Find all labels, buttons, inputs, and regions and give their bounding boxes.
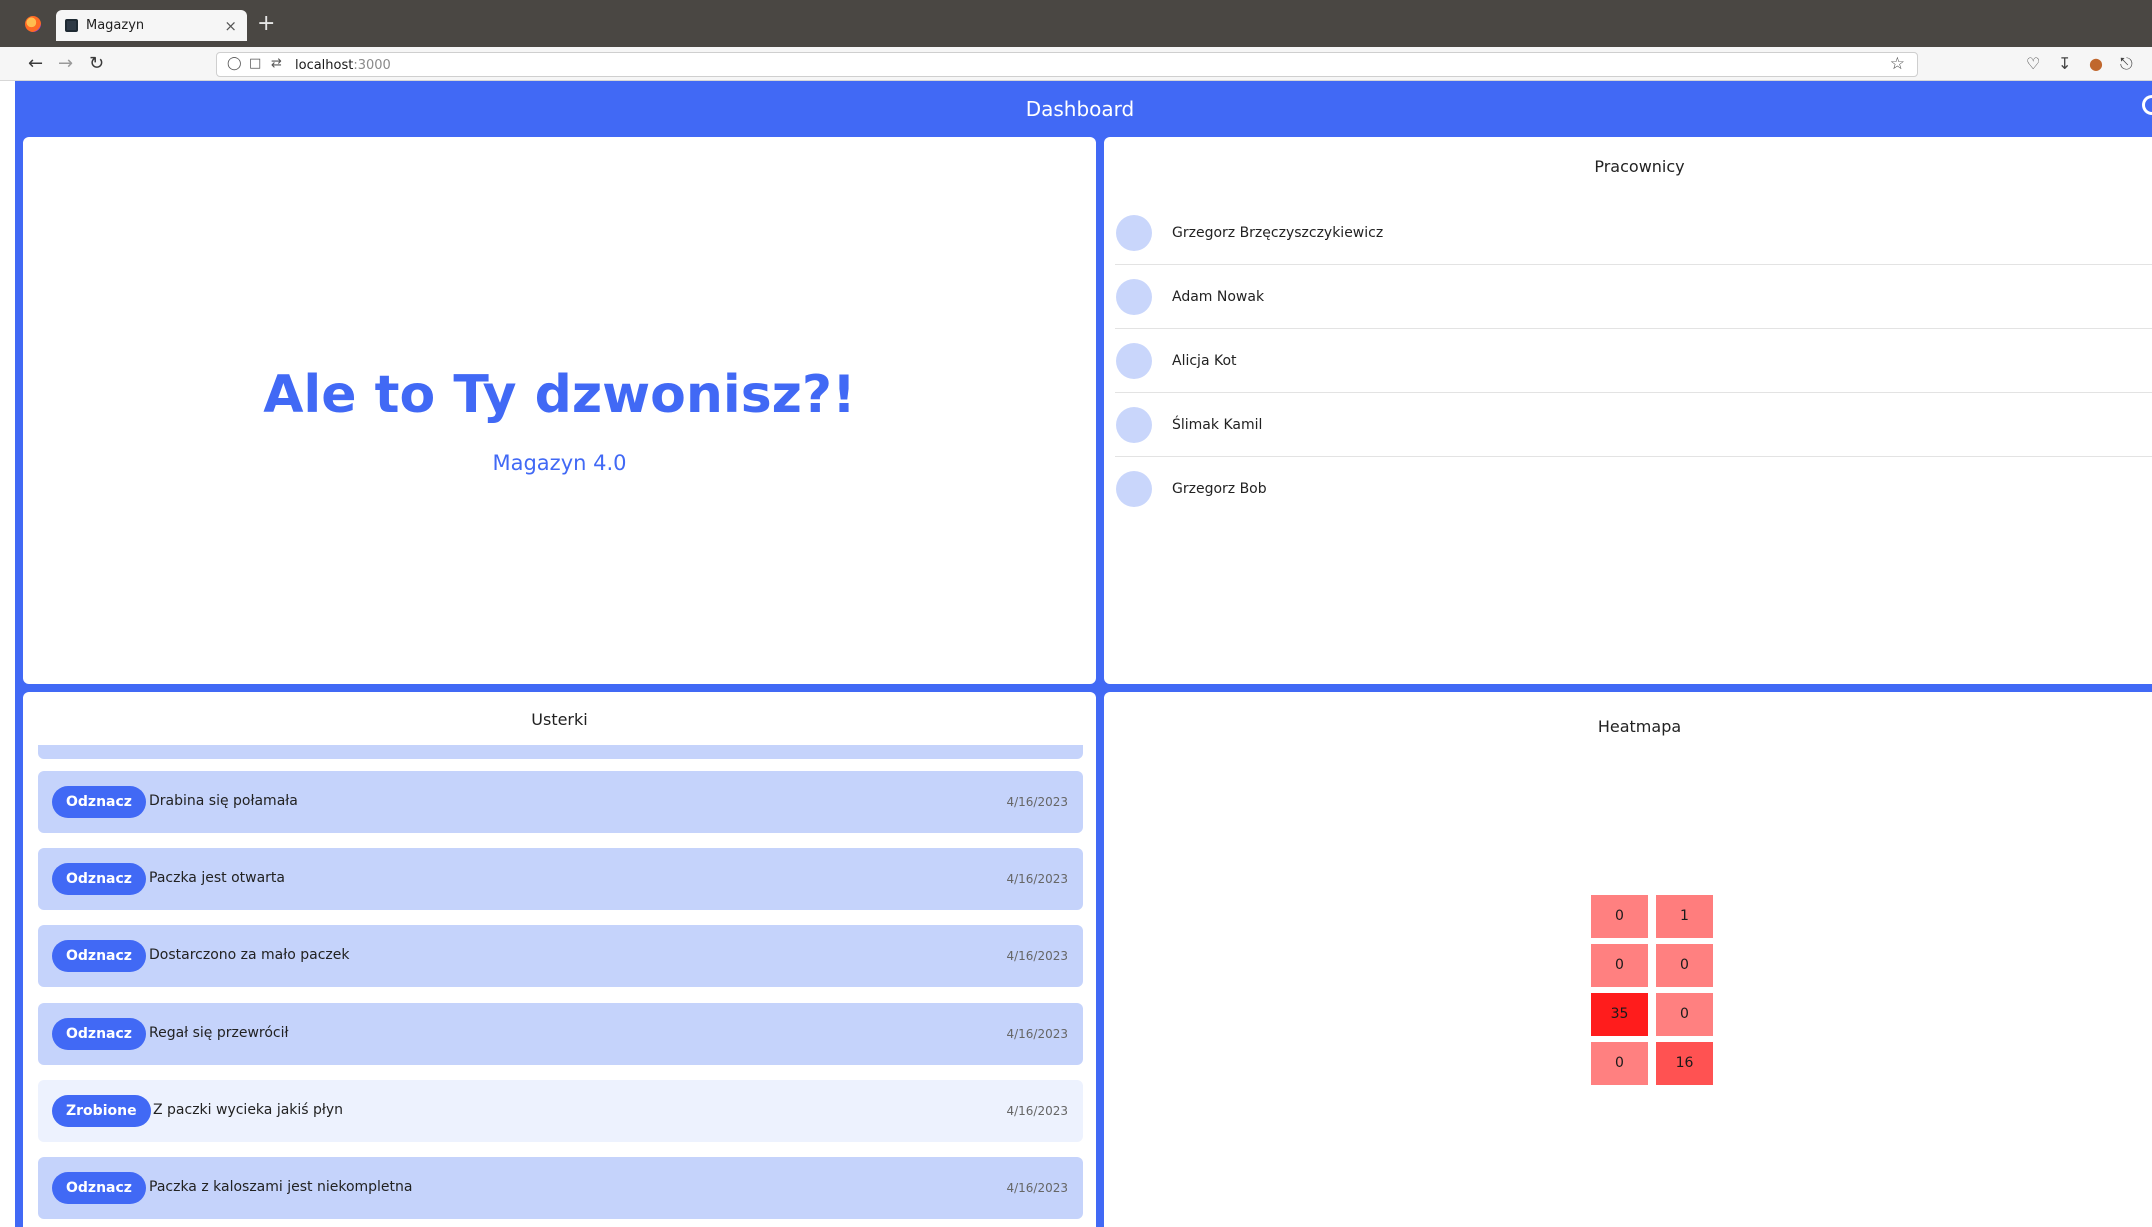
tab-title: Magazyn <box>86 18 145 33</box>
url-port: :3000 <box>353 58 391 73</box>
heatmap-cell: 0 <box>1656 944 1713 987</box>
issue-text: Paczka jest otwarta <box>149 870 285 886</box>
bookmark-star-icon[interactable]: ☆ <box>1890 54 1905 74</box>
issue-date: 4/16/2023 <box>1006 949 1068 963</box>
issues-title: Usterki <box>531 710 588 729</box>
heatmap-cell: 35 <box>1591 993 1648 1036</box>
reload-icon[interactable]: ↻ <box>89 53 104 74</box>
issue-toggle-button[interactable]: Odznacz <box>52 863 146 895</box>
worker-item[interactable]: Grzegorz Brzęczyszczykiewicz <box>1115 201 2152 265</box>
page-icon[interactable]: □ <box>249 56 261 71</box>
issue-toggle-button[interactable]: Odznacz <box>52 1018 146 1050</box>
worker-item[interactable]: Grzegorz Bob <box>1115 457 2152 521</box>
issue-item: Odznacz Paczka z kaloszami jest niekompl… <box>38 1157 1083 1219</box>
download-icon[interactable]: ↧ <box>2058 54 2071 73</box>
browser-titlebar: Magazyn × + <box>0 0 2152 47</box>
heatmap-cell: 0 <box>1591 895 1648 938</box>
worker-item[interactable]: Alicja Kot <box>1115 329 2152 393</box>
screen: Magazyn × + ← → ↻ ◯ □ ⇄ localhost:3000 ☆… <box>0 0 2152 1227</box>
hero-title: Ale to Ty dzwonisz?! <box>263 365 856 425</box>
worker-name: Alicja Kot <box>1172 352 1237 369</box>
issue-date: 4/16/2023 <box>1006 795 1068 809</box>
extensions-icon[interactable]: ⎋ <box>2120 54 2133 74</box>
issue-text: Regał się przewrócił <box>149 1025 289 1041</box>
browser-navbar: ← → ↻ ◯ □ ⇄ localhost:3000 ☆ ♡ ↧ ● ⎋ <box>0 47 2152 81</box>
worker-name: Ślimak Kamil <box>1172 416 1263 433</box>
heatmap-panel: Heatmapa 0 1 0 0 35 0 0 16 <box>1104 692 2152 1227</box>
avatar <box>1116 406 1152 443</box>
issue-date: 4/16/2023 <box>1006 872 1068 886</box>
issue-toggle-button[interactable]: Zrobione <box>52 1095 151 1127</box>
worker-name: Grzegorz Brzęczyszczykiewicz <box>1172 224 1384 241</box>
issue-item: Odznacz Paczka jest otwarta 4/16/2023 <box>38 848 1083 910</box>
url-bar[interactable]: ◯ □ ⇄ localhost:3000 ☆ <box>216 52 1918 77</box>
issues-list[interactable]: Odznacz Drabina się połamała 4/16/2023 O… <box>23 745 1096 1227</box>
worker-name: Grzegorz Bob <box>1172 481 1267 497</box>
avatar <box>1116 214 1152 251</box>
issue-item: Zrobione Z paczki wycieka jakiś płyn 4/1… <box>38 1080 1083 1142</box>
issue-date: 4/16/2023 <box>1006 1181 1068 1195</box>
avatar <box>1116 342 1152 379</box>
hero-subtitle: Magazyn 4.0 <box>492 451 627 475</box>
issue-item: Odznacz Drabina się połamała 4/16/2023 <box>38 771 1083 833</box>
issue-item-partial <box>38 745 1083 759</box>
tab-close-icon[interactable]: × <box>224 17 237 35</box>
issue-date: 4/16/2023 <box>1006 1027 1068 1041</box>
new-tab-icon[interactable]: + <box>257 11 275 36</box>
issue-text: Paczka z kaloszami jest niekompletna <box>149 1179 413 1195</box>
issue-toggle-button[interactable]: Odznacz <box>52 940 146 972</box>
forward-icon[interactable]: → <box>58 53 73 74</box>
issue-item: Odznacz Dostarczono za mało paczek 4/16/… <box>38 925 1083 987</box>
workers-panel: Pracownicy Grzegorz Brzęczyszczykiewicz … <box>1104 137 2152 684</box>
browser-tab[interactable]: Magazyn × <box>56 10 247 41</box>
hero-panel: Ale to Ty dzwonisz?! Magazyn 4.0 <box>23 137 1096 684</box>
pocket-icon[interactable]: ♡ <box>2026 54 2040 73</box>
issue-item: Odznacz Regał się przewrócił 4/16/2023 <box>38 1003 1083 1065</box>
heatmap-cell: 0 <box>1656 993 1713 1036</box>
issue-toggle-button[interactable]: Odznacz <box>52 786 146 818</box>
worker-name: Adam Nowak <box>1172 288 1265 305</box>
back-icon[interactable]: ← <box>28 53 43 74</box>
account-icon[interactable]: ● <box>2089 54 2103 73</box>
worker-item[interactable]: Adam Nowak <box>1115 265 2152 329</box>
heatmap-cell: 0 <box>1591 1042 1648 1085</box>
workers-list: Grzegorz Brzęczyszczykiewicz Adam Nowak … <box>1115 201 2152 521</box>
issue-toggle-button[interactable]: Odznacz <box>52 1172 146 1204</box>
issue-text: Dostarczono za mało paczek <box>149 947 350 963</box>
url-host: localhost <box>295 58 354 73</box>
favicon-icon <box>65 19 78 32</box>
app: Dashboard Ale to Ty dzwonisz?! Magazyn 4… <box>15 81 2152 1227</box>
heatmap-title: Heatmapa <box>1597 717 1682 736</box>
heatmap-cell: 0 <box>1591 944 1648 987</box>
issue-text: Z paczki wycieka jakiś płyn <box>153 1102 344 1118</box>
avatar <box>1116 278 1152 315</box>
heatmap-cell: 1 <box>1656 895 1713 938</box>
issue-text: Drabina się połamała <box>149 793 298 809</box>
header-title: Dashboard <box>1025 97 1135 121</box>
url-text[interactable]: localhost:3000 <box>295 58 391 73</box>
worker-item[interactable]: Ślimak Kamil <box>1115 393 2152 457</box>
avatar <box>1116 471 1152 507</box>
firefox-icon <box>25 16 41 32</box>
workers-title: Pracownicy <box>1594 157 1685 176</box>
heatmap-cell: 16 <box>1656 1042 1713 1085</box>
issues-panel: Usterki Odznacz Drabina się połamała 4/1… <box>23 692 1096 1227</box>
shield-icon[interactable]: ◯ <box>227 56 242 71</box>
issue-date: 4/16/2023 <box>1006 1104 1068 1118</box>
permissions-icon[interactable]: ⇄ <box>271 56 282 71</box>
